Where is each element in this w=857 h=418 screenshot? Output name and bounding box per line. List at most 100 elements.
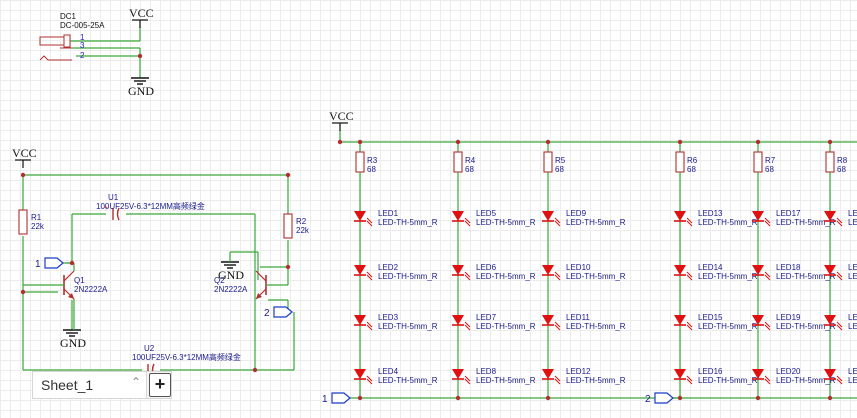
dc1-jack: DC1DC-005-25A132: [39, 12, 143, 61]
led-led9: LED9LED-TH-5mm_R: [542, 209, 626, 227]
resistor-value: 68: [765, 165, 774, 174]
dc1-designator: DC1: [60, 12, 77, 21]
led-designator: LED24: [848, 367, 857, 376]
sheet-tabbar: Sheet_1 ⌃ +: [32, 371, 172, 399]
tab-sheet-1[interactable]: Sheet_1 ⌃: [33, 372, 147, 398]
gnd-dc1: GND: [128, 77, 154, 98]
led-triangle: [674, 265, 686, 275]
u1-part: 100UF25V-6.3*12MM高频绿金: [96, 201, 205, 211]
vcc-left-label: VCC: [12, 146, 37, 160]
dc1-pin-2: 2: [80, 51, 85, 60]
power-symbols: VCCVCCVCCGNDGNDGND: [12, 6, 354, 350]
led-led7: LED7LED-TH-5mm_R: [452, 313, 536, 331]
q2-designator: Q2: [214, 276, 225, 285]
port-2-left-label: 2: [264, 308, 270, 319]
add-sheet-button[interactable]: +: [149, 373, 171, 397]
resistor-body: [453, 151, 463, 173]
dc1-junction: [137, 53, 143, 59]
led-part: LED-TH-5mm_R: [776, 322, 836, 331]
port-1-left-shape: [44, 257, 64, 269]
led-triangle: [354, 265, 366, 275]
dc1-flange: [63, 34, 71, 48]
led-part: LED-TH-5mm_R: [698, 272, 758, 281]
chevron-up-icon[interactable]: ⌃: [131, 375, 141, 389]
led-led8: LED8LED-TH-5mm_R: [452, 367, 536, 385]
q1-designator: Q1: [74, 276, 85, 285]
led-led13: LED13LED-TH-5mm_R: [674, 209, 758, 227]
resistor-designator: R8: [837, 156, 848, 165]
led-designator: LED22: [848, 263, 857, 272]
led-led6: LED6LED-TH-5mm_R: [452, 263, 536, 281]
u1: U1100UF25V-6.3*12MM高频绿金: [96, 193, 205, 221]
r1-designator: R1: [31, 213, 42, 222]
led-matrix: R368R468R568R668R768R868LED1LED-TH-5mm_R…: [354, 139, 857, 401]
vcc-dc1: VCC: [129, 6, 154, 28]
port-2-left-shape: [273, 306, 293, 318]
r2-value: 22k: [296, 226, 310, 235]
res-junction-1: [455, 139, 461, 145]
gnd-dc1-label: GND: [128, 84, 154, 98]
led-bottom-junction-0: [357, 395, 363, 401]
led-part: LED-TH-5mm_R: [476, 272, 536, 281]
led-designator: LED1: [378, 209, 399, 218]
vcc-leds-label: VCC: [329, 109, 354, 123]
port-2-left: 2: [264, 306, 293, 319]
led-triangle: [674, 369, 686, 379]
led-designator: LED20: [776, 367, 801, 376]
gnd-q1: GND: [60, 329, 86, 350]
resistor-value: 68: [837, 165, 846, 174]
junction-1: [285, 172, 291, 178]
led-designator: LED2: [378, 263, 399, 272]
led-triangle: [354, 315, 366, 325]
led-designator: LED5: [476, 209, 497, 218]
resistor-designator: R3: [367, 156, 378, 165]
led-designator: LED11: [566, 313, 590, 322]
res-junction-3: [677, 139, 683, 145]
led-triangle: [452, 315, 464, 325]
led-designator: LED7: [476, 313, 497, 322]
resistor-designator: R5: [555, 156, 566, 165]
vcc-leds: VCC: [329, 109, 354, 131]
led-designator: LED8: [476, 367, 497, 376]
led-triangle: [542, 211, 554, 221]
led-bottom-junction-4: [755, 395, 761, 401]
led-led11: LED11LED-TH-5mm_R: [542, 313, 626, 331]
resistor-r4: R468: [453, 151, 476, 174]
led-led2: LED2LED-TH-5mm_R: [354, 263, 438, 281]
junction-3: [69, 260, 75, 266]
tab-sheet-label: Sheet_1: [41, 377, 94, 393]
led-part: LED-TH-5mm_R: [848, 218, 857, 227]
led-part: LED-TH-5mm_R: [848, 322, 857, 331]
r1-body: [18, 209, 28, 235]
u2-designator: U2: [144, 344, 155, 353]
led-triangle: [542, 315, 554, 325]
led-designator: LED15: [698, 313, 723, 322]
led-part: LED-TH-5mm_R: [566, 218, 626, 227]
res-junction-5: [827, 139, 833, 145]
led-part: LED-TH-5mm_R: [378, 218, 438, 227]
resistor-r7: R768: [753, 151, 776, 174]
dc1-part: DC-005-25A: [60, 21, 105, 30]
led-part: LED-TH-5mm_R: [378, 272, 438, 281]
port-2-right: 2: [645, 392, 674, 405]
resistor-r3: R368: [355, 151, 378, 174]
led-part: LED-TH-5mm_R: [566, 376, 626, 385]
dc1-body: [39, 36, 65, 46]
led-led16: LED16LED-TH-5mm_R: [674, 367, 758, 385]
led-designator: LED18: [776, 263, 801, 272]
q2-part: 2N2222A: [214, 285, 248, 294]
wires: [22, 26, 857, 399]
junction-0: [20, 172, 26, 178]
led-designator: LED14: [698, 263, 723, 272]
q1: Q12N2222A: [63, 270, 108, 300]
schematic-canvas[interactable]: VCCVCCVCCGNDGNDGND DC1DC-005-25A132R122k…: [0, 0, 857, 418]
resistor-body: [753, 151, 763, 173]
resistor-body: [355, 151, 365, 173]
res-junction-0: [357, 139, 363, 145]
q1-collector: [63, 270, 75, 282]
led-designator: LED9: [566, 209, 587, 218]
led-designator: LED21: [848, 209, 857, 218]
resistor-value: 68: [367, 165, 376, 174]
led-designator: LED10: [566, 263, 591, 272]
led-part: LED-TH-5mm_R: [776, 272, 836, 281]
